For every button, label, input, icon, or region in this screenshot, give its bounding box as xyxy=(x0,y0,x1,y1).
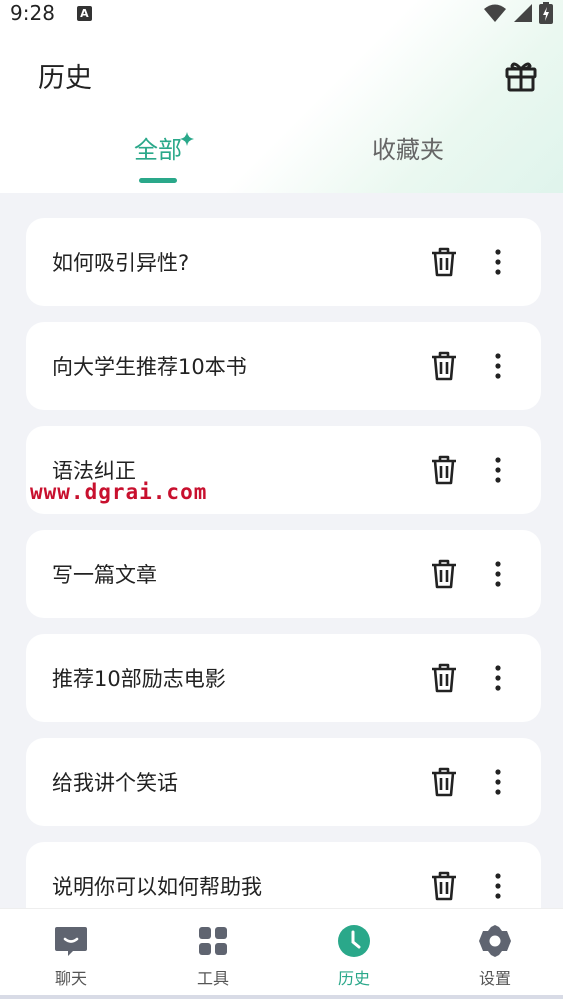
chat-icon xyxy=(53,923,89,959)
trash-icon xyxy=(432,559,456,589)
clock-icon xyxy=(336,923,372,959)
history-item[interactable]: 给我讲个笑话 xyxy=(26,738,541,826)
tab-favorites[interactable]: 收藏夹 xyxy=(362,130,454,165)
battery-icon xyxy=(539,2,553,24)
more-vertical-icon xyxy=(495,665,501,691)
history-tabs: 全部 收藏夹 xyxy=(0,130,563,188)
more-options-button[interactable] xyxy=(488,662,508,694)
app-header: 历史 xyxy=(0,50,563,100)
more-vertical-icon xyxy=(495,457,501,483)
more-vertical-icon xyxy=(495,561,501,587)
more-options-button[interactable] xyxy=(488,766,508,798)
active-tab-indicator xyxy=(139,178,177,183)
nav-label: 历史 xyxy=(337,969,370,988)
delete-button[interactable] xyxy=(428,350,460,382)
nav-chat[interactable]: 聊天 xyxy=(36,923,106,989)
nav-label: 设置 xyxy=(478,969,511,988)
bottom-navigation: 聊天 工具 历史 设置 xyxy=(0,908,563,999)
status-time: 9:28 xyxy=(10,1,55,25)
trash-icon xyxy=(432,871,456,901)
gear-icon xyxy=(477,923,513,959)
history-item-label: 说明你可以如何帮助我 xyxy=(52,875,262,899)
page-title: 历史 xyxy=(38,62,92,94)
history-item-label: 推荐10部励志电影 xyxy=(52,667,226,691)
history-item[interactable]: 如何吸引异性? xyxy=(26,218,541,306)
nav-settings[interactable]: 设置 xyxy=(460,923,530,989)
more-vertical-icon xyxy=(495,353,501,379)
nav-history[interactable]: 历史 xyxy=(319,923,389,989)
gift-button[interactable] xyxy=(503,58,539,94)
history-item[interactable]: 写一篇文章 xyxy=(26,530,541,618)
trash-icon xyxy=(432,767,456,797)
trash-icon xyxy=(432,351,456,381)
trash-icon xyxy=(432,663,456,693)
delete-button[interactable] xyxy=(428,870,460,902)
status-bar: 9:28 A xyxy=(0,0,563,26)
wifi-icon xyxy=(484,4,506,22)
delete-button[interactable] xyxy=(428,766,460,798)
nav-label: 工具 xyxy=(196,969,229,988)
history-item-label: 写一篇文章 xyxy=(52,563,157,587)
delete-button[interactable] xyxy=(428,662,460,694)
history-item-label: 给我讲个笑话 xyxy=(52,771,178,795)
more-options-button[interactable] xyxy=(488,558,508,590)
history-item-label: 如何吸引异性? xyxy=(52,251,190,275)
trash-icon xyxy=(432,455,456,485)
trash-icon xyxy=(432,247,456,277)
more-vertical-icon xyxy=(495,769,501,795)
nav-tools[interactable]: 工具 xyxy=(178,923,248,989)
sparkle-icon xyxy=(180,132,194,146)
more-vertical-icon xyxy=(495,249,501,275)
history-item-label: 向大学生推荐10本书 xyxy=(52,355,247,379)
status-icons xyxy=(483,2,553,24)
more-options-button[interactable] xyxy=(488,350,508,382)
more-options-button[interactable] xyxy=(488,870,508,902)
signal-icon xyxy=(514,4,532,22)
history-item[interactable]: 向大学生推荐10本书 xyxy=(26,322,541,410)
more-options-button[interactable] xyxy=(488,454,508,486)
nav-label: 聊天 xyxy=(54,969,87,988)
notification-a-icon: A xyxy=(76,5,92,21)
delete-button[interactable] xyxy=(428,454,460,486)
watermark-text: www.dgrai.com xyxy=(30,480,208,504)
home-indicator xyxy=(0,995,563,999)
more-vertical-icon xyxy=(495,873,501,899)
delete-button[interactable] xyxy=(428,558,460,590)
gift-icon xyxy=(505,62,537,92)
delete-button[interactable] xyxy=(428,246,460,278)
history-item[interactable]: 推荐10部励志电影 xyxy=(26,634,541,722)
more-options-button[interactable] xyxy=(488,246,508,278)
grid-icon xyxy=(195,923,231,959)
